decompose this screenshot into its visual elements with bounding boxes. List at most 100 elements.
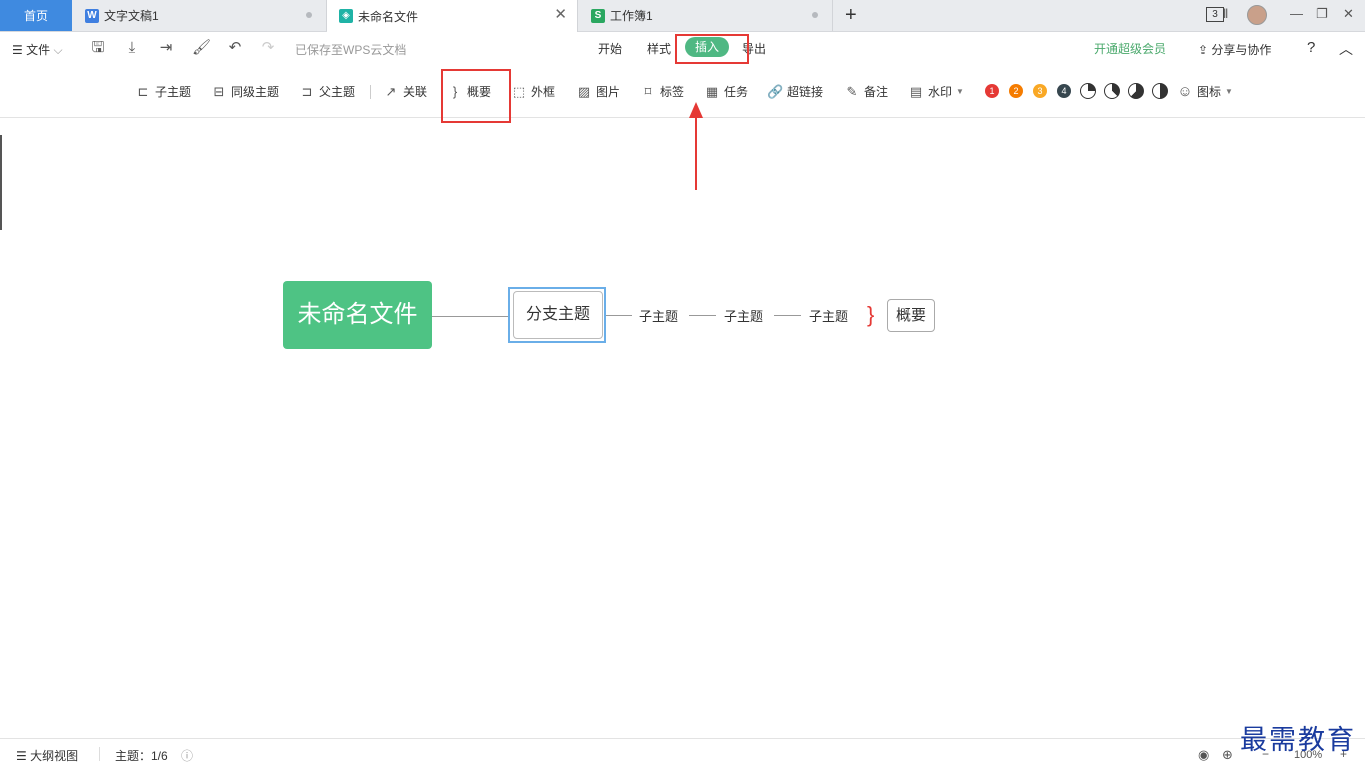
save-icon[interactable]: 🖫	[89, 39, 107, 57]
restore-icon[interactable]: ❐	[1316, 6, 1328, 22]
status-divider	[99, 747, 100, 761]
add-parent-button[interactable]: ⊐ 父主题	[299, 83, 355, 100]
close-window-icon[interactable]: ✕	[1343, 6, 1354, 22]
spreadsheet-icon: S	[591, 8, 605, 23]
chevron-down-icon: ⌵	[53, 43, 63, 57]
annotation-box-insert	[675, 34, 749, 64]
subtopic-1[interactable]: 子主题	[639, 306, 678, 325]
file-menu[interactable]: ☰ 文件 ⌵	[12, 41, 63, 58]
share-button[interactable]: ⇪ 分享与协作	[1198, 41, 1271, 58]
tab-spreadsheet-doc[interactable]: S 工作簿1	[579, 0, 833, 31]
outline-view-button[interactable]: ☰ 大纲视图	[16, 747, 78, 764]
vip-link[interactable]: 开通超级会员	[1094, 40, 1166, 57]
ribbon-insert: ⊏ 子主题 ⊟ 同级主题 ⊐ 父主题 ↗ 关联 } 概要 ⬚ 外框 ▨ 图片 ⌑ 标签 ▦ 任务 …	[0, 67, 1365, 118]
progress-twothirds-icon[interactable]	[1128, 83, 1144, 99]
help-icon[interactable]: ?	[1307, 39, 1315, 56]
collapse-ribbon-icon[interactable]: ︿	[1339, 39, 1353, 59]
writer-icon: W	[85, 8, 99, 23]
mindmap-icon: ◈	[339, 9, 353, 23]
task-button[interactable]: ▦ 任务	[704, 83, 748, 100]
image-button[interactable]: ▨ 图片	[576, 83, 620, 100]
help-circle-icon[interactable]: ⓘ	[181, 747, 193, 764]
bars-icon: ‖	[1223, 6, 1229, 21]
connector-line	[606, 315, 632, 316]
relation-label: 关联	[403, 85, 428, 99]
add-sibling-label: 同级主题	[231, 85, 280, 99]
undo-icon[interactable]: ↶	[226, 39, 244, 57]
frame-button[interactable]: ⬚ 外框	[511, 83, 555, 100]
tab-writer-doc[interactable]: W 文字文稿1	[73, 0, 327, 31]
tab-home-label: 首页	[23, 9, 48, 23]
progress-third-icon[interactable]	[1104, 83, 1120, 99]
tab-mindmap-doc[interactable]: ◈ 未命名文件 ✕	[327, 0, 578, 32]
export-icon[interactable]: ⇥	[157, 39, 175, 57]
mindmap-canvas[interactable]	[0, 118, 1365, 738]
doc-count-badge[interactable]: 3	[1206, 7, 1224, 22]
watermark-label: 水印	[928, 85, 953, 99]
summary-topic[interactable]: 概要	[887, 299, 935, 332]
unsaved-dot-icon	[306, 12, 312, 18]
tab-writer-label: 文字文稿1	[104, 9, 159, 23]
image-label: 图片	[596, 85, 621, 99]
tab-home[interactable]: 首页	[0, 0, 72, 31]
add-child-label: 子主题	[155, 85, 192, 99]
hyperlink-button[interactable]: 🔗 超链接	[767, 83, 823, 100]
tab-start[interactable]: 开始	[598, 40, 622, 57]
save-status: 已保存至WPS云文档	[295, 43, 407, 57]
format-painter-icon[interactable]: 🖌	[192, 39, 211, 57]
annotation-box-summary	[441, 69, 511, 123]
watermark-icon: ▤	[909, 83, 923, 99]
icons-label: 图标	[1197, 85, 1222, 99]
priority-2-icon[interactable]: 2	[1009, 84, 1023, 98]
avatar[interactable]	[1247, 5, 1267, 25]
new-tab-plus-icon[interactable]: +	[845, 4, 857, 26]
priority-3-icon[interactable]: 3	[1033, 84, 1047, 98]
subtopic-3[interactable]: 子主题	[809, 306, 848, 325]
calendar-icon: ▦	[705, 83, 719, 99]
connector-line	[689, 315, 716, 316]
dropdown-caret-icon: ▼	[956, 87, 964, 96]
connector-line	[432, 316, 508, 317]
sibling-topic-icon: ⊟	[213, 83, 225, 99]
frame-icon: ⬚	[512, 83, 526, 99]
progress-half-icon[interactable]	[1152, 83, 1168, 99]
status-bar: ☰ 大纲视图 主题：1/6 ⓘ ◉ ⊕ − 100% +	[0, 738, 1365, 769]
relation-button[interactable]: ↗ 关联	[383, 83, 427, 100]
file-menu-label: 文件	[26, 43, 51, 57]
add-child-button[interactable]: ⊏ 子主题	[135, 83, 191, 100]
unsaved-dot-icon	[812, 12, 818, 18]
subtopic-2[interactable]: 子主题	[724, 306, 763, 325]
note-button[interactable]: ✎ 备注	[844, 83, 888, 100]
connector-line	[774, 315, 801, 316]
add-parent-label: 父主题	[319, 85, 356, 99]
branch-topic[interactable]: 分支主题	[513, 291, 603, 339]
add-sibling-button[interactable]: ⊟ 同级主题	[211, 83, 279, 100]
locate-icon[interactable]: ⊕	[1222, 747, 1233, 763]
note-icon: ✎	[846, 83, 858, 99]
priority-4-icon[interactable]: 4	[1057, 84, 1071, 98]
tag-button[interactable]: ⌑ 标签	[640, 83, 684, 100]
ribbon-divider	[370, 85, 371, 99]
link-icon: 🔗	[767, 83, 784, 99]
watermark-button[interactable]: ▤ 水印 ▼	[908, 83, 964, 100]
visibility-icon[interactable]: ◉	[1198, 747, 1209, 763]
tab-style[interactable]: 样式	[647, 40, 671, 57]
root-topic[interactable]: 未命名文件	[283, 281, 432, 349]
redo-icon[interactable]: ↷	[259, 39, 277, 57]
share-label: 分享与协作	[1211, 43, 1272, 57]
icons-button[interactable]: ☺ 图标 ▼	[1177, 83, 1233, 100]
priority-1-icon[interactable]: 1	[985, 84, 999, 98]
tag-label: 标签	[660, 85, 685, 99]
download-icon[interactable]: ⤓	[123, 39, 141, 57]
relation-arrow-icon: ↗	[385, 83, 397, 99]
summary-brace-icon: }	[867, 302, 875, 327]
task-label: 任务	[724, 85, 749, 99]
bookmark-icon: ⌑	[644, 83, 652, 99]
topic-count: 主题：1/6	[115, 749, 168, 763]
close-tab-icon[interactable]: ✕	[554, 7, 567, 23]
child-topic-icon: ⊏	[137, 83, 149, 99]
progress-quarter-icon[interactable]	[1080, 83, 1096, 99]
minimize-icon[interactable]: —	[1290, 6, 1303, 21]
tab-spreadsheet-label: 工作簿1	[610, 9, 653, 23]
dropdown-caret-icon: ▼	[1225, 87, 1233, 96]
